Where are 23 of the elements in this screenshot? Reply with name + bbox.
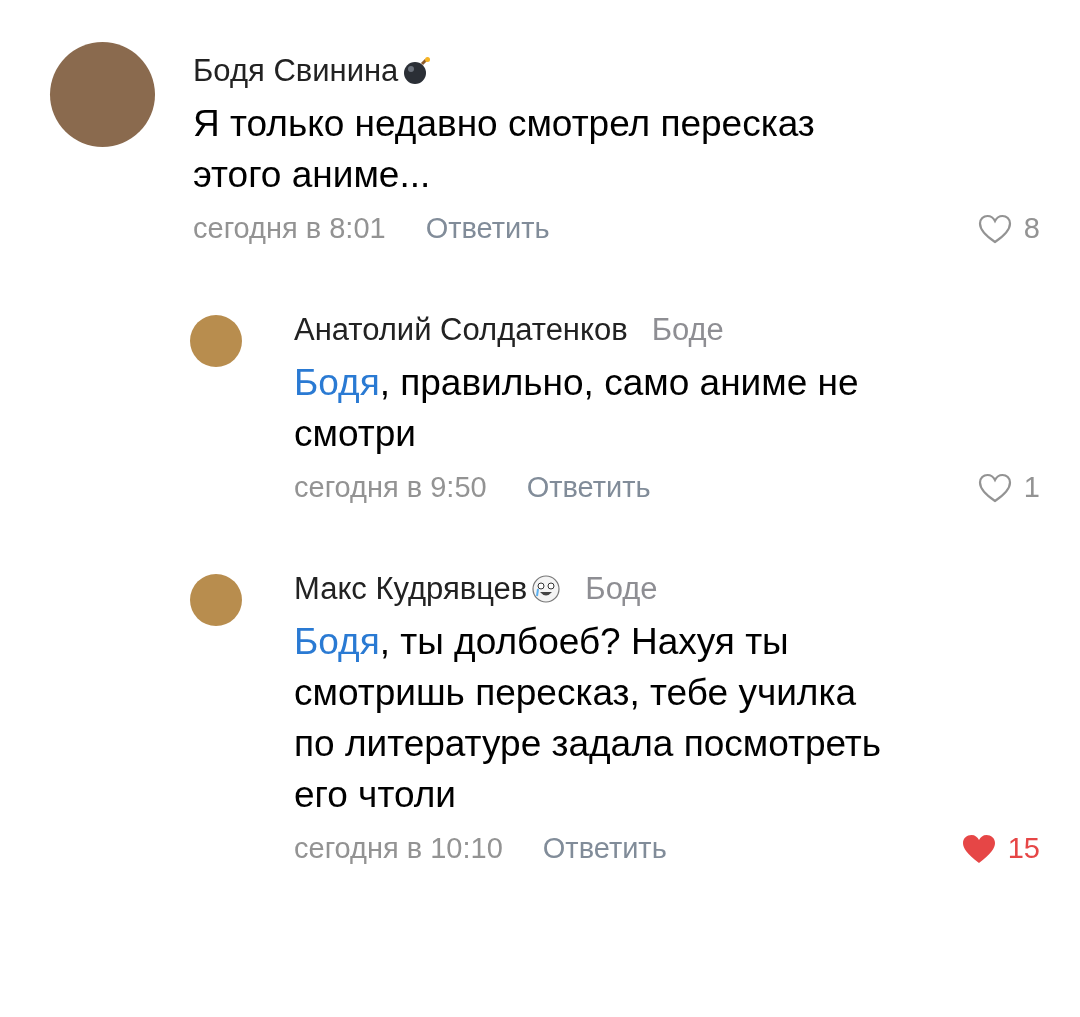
author-name[interactable]: Бодя Свинина: [193, 53, 399, 89]
bomb-icon: [402, 56, 433, 86]
reply-to-name: Боде: [585, 571, 658, 607]
comment-text: Бодя, ты долбоеб? Нахуя ты смотришь пересказ, тебе училка по литературе задала посмотреть его чтоли: [294, 620, 883, 817]
comment-time: сегодня в 10:10: [294, 832, 503, 865]
reply-button[interactable]: Ответить: [526, 471, 651, 504]
mention-link[interactable]: Бодя: [294, 362, 380, 403]
smiley-face-icon: [531, 574, 562, 604]
mention-link[interactable]: Бодя: [294, 621, 380, 662]
author-name[interactable]: Макс Кудрявцев: [294, 571, 528, 607]
comment-time: сегодня в 9:50: [294, 471, 487, 504]
like-count: 8: [1023, 212, 1040, 245]
comment-time: сегодня в 8:01: [193, 212, 386, 245]
avatar-photo-placeholder: [190, 574, 242, 626]
reply-to-name: Боде: [651, 312, 724, 348]
reply-button[interactable]: Ответить: [542, 832, 667, 865]
comment-text: Бодя, правильно, само аниме не смотри: [294, 361, 860, 456]
comment-text: Я только недавно смотрел пересказ этого аниме...: [193, 102, 816, 197]
like-count: 1: [1023, 471, 1040, 504]
author-name[interactable]: Анатолий Солдатенков: [294, 312, 628, 348]
like-count: 15: [1007, 832, 1040, 865]
avatar-photo-placeholder: [190, 315, 242, 367]
reply-button[interactable]: Ответить: [425, 212, 550, 245]
